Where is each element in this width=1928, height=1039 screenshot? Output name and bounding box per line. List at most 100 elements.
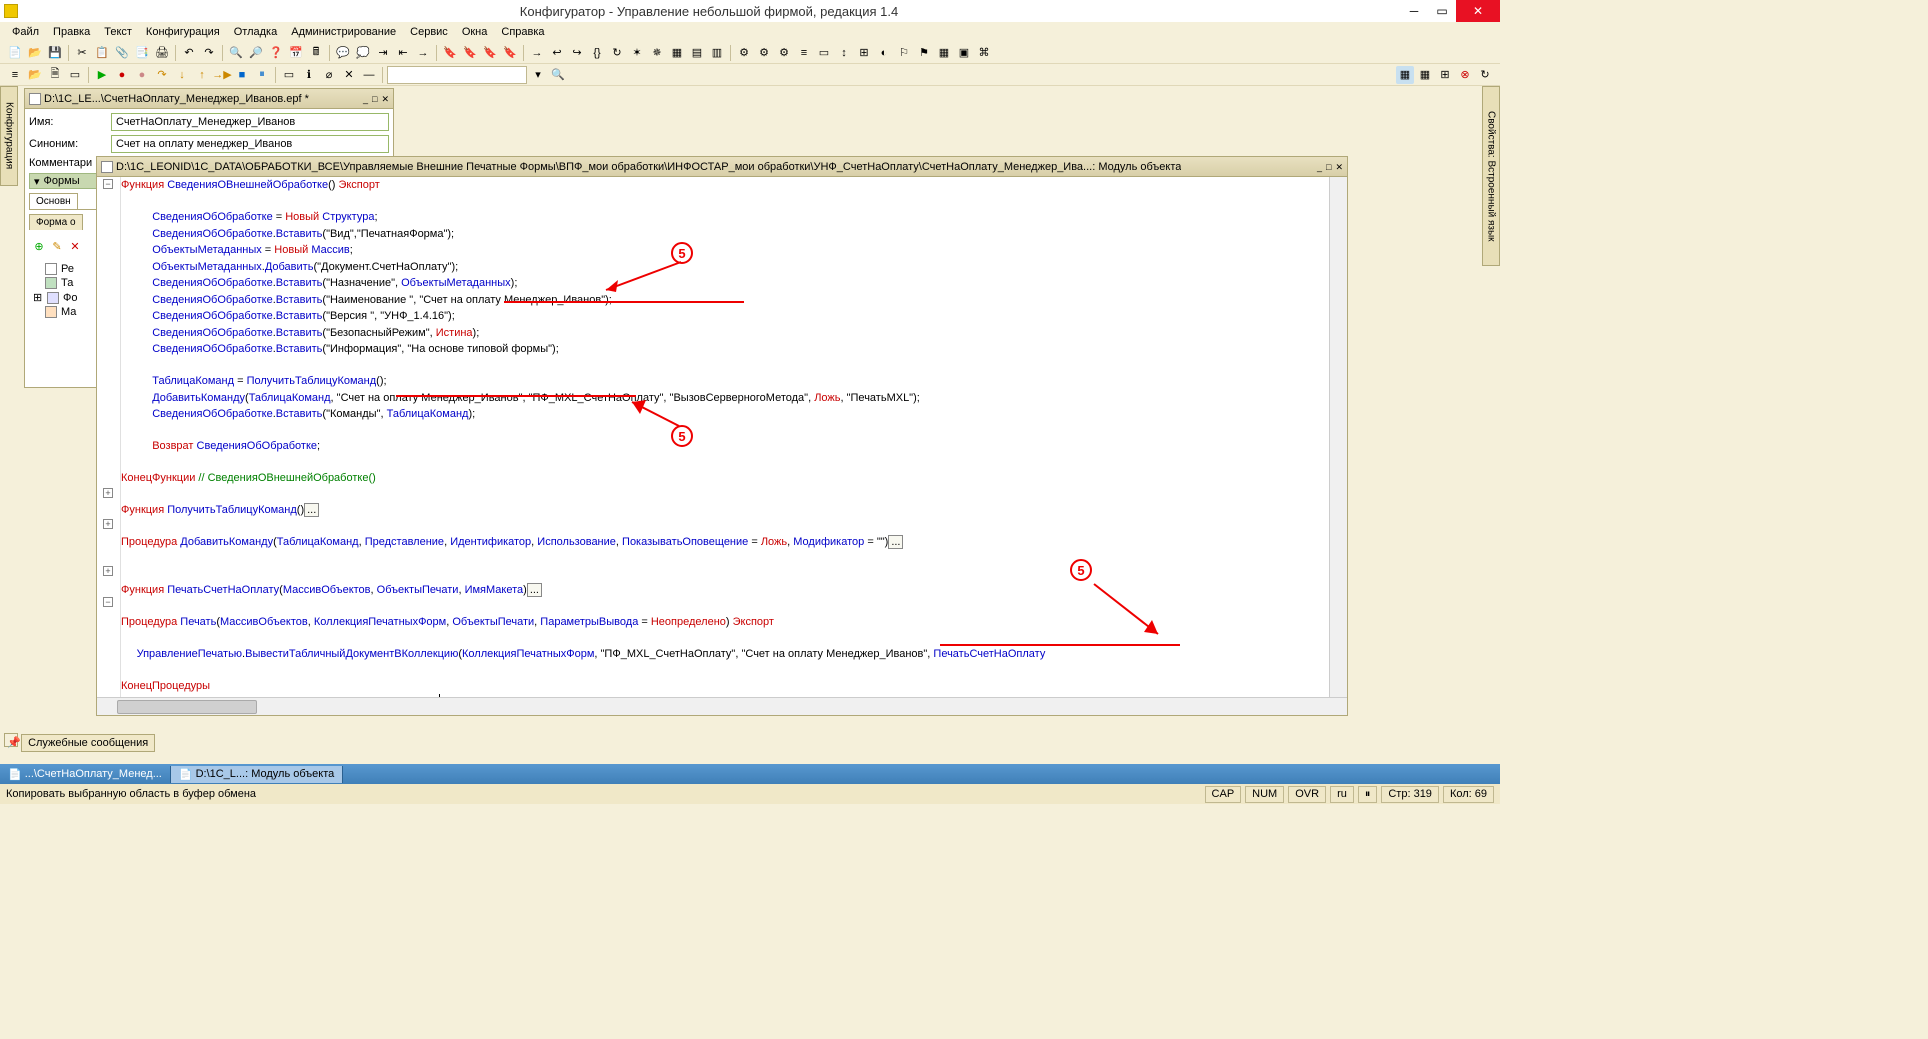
tab-main[interactable]: Основн [29,193,78,209]
dbg-btn5-icon[interactable]: — [360,66,378,84]
dbg-btn1-icon[interactable]: ▭ [280,66,298,84]
help-icon[interactable]: ❓ [267,44,285,62]
tbr3-icon[interactable]: ⊞ [1436,66,1454,84]
comment-icon[interactable]: 💬 [334,44,352,62]
new-icon[interactable]: 📄 [6,44,24,62]
maximize-button[interactable]: ▭ [1428,0,1456,22]
debug-config2-icon[interactable]: ⚙ [755,44,773,62]
indent-icon[interactable]: ⇥ [374,44,392,62]
menu-admin[interactable]: Администрирование [285,24,402,40]
dbg-win-icon[interactable]: ▭ [66,66,84,84]
dbg-btn3-icon[interactable]: ⌀ [320,66,338,84]
vertical-scrollbar[interactable] [1329,177,1347,697]
tbr1-icon[interactable]: ▦ [1396,66,1414,84]
module-icon[interactable]: ▥ [708,44,726,62]
redo-icon[interactable]: ↷ [200,44,218,62]
tab-form-object[interactable]: Форма о [29,214,83,230]
fold-icon[interactable]: + [103,519,113,529]
dbg-btn4-icon[interactable]: ✕ [340,66,358,84]
compare-icon[interactable]: 📑 [133,44,151,62]
minimize-button[interactable]: ─ [1400,0,1428,22]
menu-windows[interactable]: Окна [456,24,494,40]
bookmark-icon[interactable]: 🔖 [441,44,459,62]
calc-icon[interactable]: 🖩 [307,44,325,62]
bookmark-next-icon[interactable]: 🔖 [461,44,479,62]
bookmark-clear-icon[interactable]: 🔖 [501,44,519,62]
misc2-icon[interactable]: ⚐ [895,44,913,62]
fold-icon[interactable]: + [103,566,113,576]
run-icon[interactable]: ▶ [93,66,111,84]
uncomment-icon[interactable]: 💭 [354,44,372,62]
refresh-icon[interactable]: ↻ [608,44,626,62]
menu-configuration[interactable]: Конфигурация [140,24,226,40]
zoom-icon[interactable]: 🔎 [247,44,265,62]
breakpoint-icon[interactable]: ● [113,66,131,84]
menu-file[interactable]: Файл [6,24,45,40]
pin-icon[interactable]: 📌 [4,733,18,747]
code-maximize-icon[interactable]: □ [1326,162,1331,172]
step-out-icon[interactable]: ↑ [193,66,211,84]
step-over-icon[interactable]: ↷ [153,66,171,84]
dbg-list-icon[interactable]: ≡ [6,66,24,84]
template-icon[interactable]: ▦ [668,44,686,62]
misc4-icon[interactable]: ▦ [935,44,953,62]
edit-icon[interactable]: ✎ [49,238,65,254]
dbg-btn2-icon[interactable]: ℹ [300,66,318,84]
window-tab-1[interactable]: 📄...\СчетНаОплату_Менед... [0,766,171,783]
prop-close-icon[interactable]: ✕ [381,94,389,104]
menu-edit[interactable]: Правка [47,24,96,40]
calendar-icon[interactable]: 📅 [287,44,305,62]
menu-service[interactable]: Сервис [404,24,454,40]
step-cursor-icon[interactable]: →▶ [213,66,231,84]
breakpoint2-icon[interactable]: ● [133,66,151,84]
open-icon[interactable]: 📂 [26,44,44,62]
bookmark-prev-icon[interactable]: 🔖 [481,44,499,62]
window-tab-2[interactable]: 📄D:\1С_L...: Модуль объекта [171,766,343,783]
synonym-input[interactable] [111,135,389,153]
group-icon[interactable]: ⊞ [855,44,873,62]
stop-icon[interactable]: ■ [233,66,251,84]
vars-icon[interactable]: ▭ [815,44,833,62]
tbr5-icon[interactable]: ↻ [1476,66,1494,84]
paste-icon[interactable]: 📎 [113,44,131,62]
service-messages-button[interactable]: Служебные сообщения [21,734,155,752]
scrollbar-thumb[interactable] [117,700,257,714]
back-icon[interactable]: ↩ [548,44,566,62]
misc6-icon[interactable]: ⌘ [975,44,993,62]
horizontal-scrollbar[interactable] [97,697,1347,715]
menu-help[interactable]: Справка [495,24,550,40]
code-close-icon[interactable]: ✕ [1335,162,1343,172]
tbr4-icon[interactable]: ⊗ [1456,66,1474,84]
copy-icon[interactable]: 📋 [93,44,111,62]
fold-icon[interactable]: + [103,488,113,498]
name-input[interactable] [111,113,389,131]
misc3-icon[interactable]: ⚑ [915,44,933,62]
delete-icon[interactable]: ✕ [67,238,83,254]
code-minimize-icon[interactable]: _ [1317,162,1322,172]
tbr2-icon[interactable]: ▦ [1416,66,1434,84]
menu-text[interactable]: Текст [98,24,138,40]
pause-icon[interactable]: ⏸ [253,66,271,84]
step-into-icon[interactable]: ↓ [173,66,191,84]
syntax-assist-icon[interactable]: ✵ [648,44,666,62]
code-titlebar[interactable]: D:\1C_LEONID\1C_DATA\ОБРАБОТКИ_ВСЕ\Управ… [97,157,1347,177]
sort-icon[interactable]: ↕ [835,44,853,62]
stack-icon[interactable]: ≡ [795,44,813,62]
sidebar-tab-properties[interactable]: Свойства: Встроенный язык [1482,86,1500,266]
cut-icon[interactable]: ✂ [73,44,91,62]
syntax-check-icon[interactable]: ✶ [628,44,646,62]
prop-minimize-icon[interactable]: _ [363,94,368,104]
format-icon[interactable]: ▤ [688,44,706,62]
goto-icon[interactable]: → [528,44,546,62]
add-icon[interactable]: ⊕ [31,238,47,254]
menu-debug[interactable]: Отладка [228,24,283,40]
brace-icon[interactable]: {} [588,44,606,62]
debug-config3-icon[interactable]: ⚙ [775,44,793,62]
dbg-save-icon[interactable]: 🗎 [46,66,64,84]
undo-icon[interactable]: ↶ [180,44,198,62]
close-button[interactable]: ✕ [1456,0,1500,22]
properties-titlebar[interactable]: D:\1С_LE...\СчетНаОплату_Менеджер_Иванов… [25,89,393,109]
outdent-icon[interactable]: ⇤ [394,44,412,62]
search-go-icon[interactable]: 🔍 [549,66,567,84]
search-dropdown-icon[interactable]: ▾ [529,66,547,84]
